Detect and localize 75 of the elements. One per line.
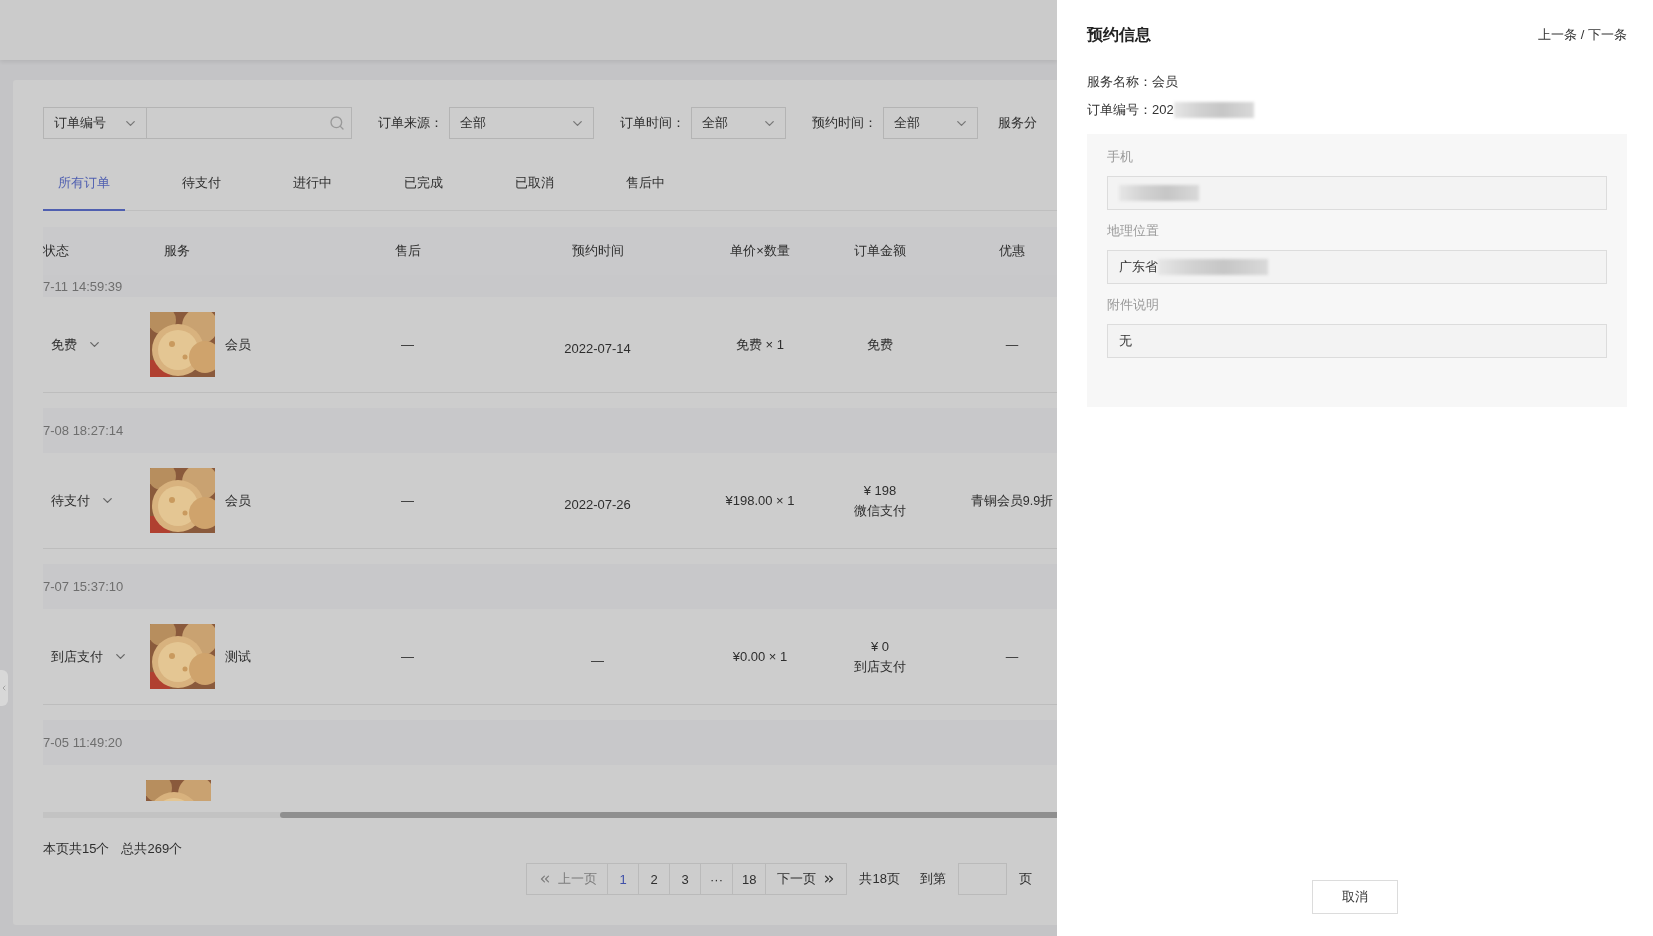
table-cell-text: ¥ 198 [862,481,898,500]
table-cell-text: — [590,651,605,670]
column-header: 售后 [393,242,422,260]
filter-label: 订单来源： [378,114,443,132]
table-cell-text: 2022-07-14 [563,339,632,358]
page-button[interactable]: ··· [700,863,733,895]
drawer-title: 预约信息 [1087,24,1151,45]
table-cell-text: — [400,335,415,354]
order-tab[interactable]: 待支付 [167,157,236,211]
service-name: 会员 [225,492,251,510]
column-header: 订单金额 [853,242,907,260]
page-count: 本页共15个 [43,840,110,858]
field-label: 地理位置 [1107,222,1160,240]
column-header: 服务 [163,242,191,260]
order-tab[interactable]: 所有订单 [43,157,125,211]
order-time: 7-08 18:27:14 [43,423,124,438]
order-number-select[interactable]: 订单编号 [43,107,147,139]
next-page-button[interactable]: 下一页 [765,863,848,895]
order-time: 7-11 14:59:39 [43,278,123,294]
search-field[interactable] [147,107,352,139]
status-select[interactable]: 免费 [43,335,150,354]
table-cell-text: 2022-07-26 [563,495,632,514]
table-cell-text: ¥198.00 × 1 [724,491,796,510]
field-label: 附件说明 [1107,296,1160,314]
order-time: 7-07 15:37:10 [43,579,124,594]
info-text: 服务名称：会员 [1087,73,1178,91]
goto-label: 到第 [919,870,946,888]
filter-label: 订单时间： [620,114,685,132]
order-tab[interactable]: 售后中 [611,157,680,211]
readonly-field[interactable] [1107,176,1607,210]
column-header: 状态 [43,242,70,260]
order-tab[interactable]: 已取消 [500,157,569,211]
page-button[interactable]: 3 [669,863,701,895]
table-cell-text: — [400,491,415,510]
order-time: 7-05 11:49:20 [43,735,123,750]
filter-select[interactable]: 全部 [691,107,786,139]
readonly-field[interactable]: 广东省 [1107,250,1607,284]
collapse-handle[interactable] [0,670,8,706]
table-cell-text: ¥0.00 × 1 [731,647,789,666]
column-header: 预约时间 [570,242,625,260]
record-nav-link[interactable]: 上一条 / 下一条 [1538,26,1627,44]
search-icon [329,115,345,131]
table-cell-text: 免费 × 1 [734,335,785,354]
payment-method: 微信支付 [853,501,907,520]
scrollbar-track[interactable] [43,812,1057,818]
table-cell-text: 青铜会员9.9折 [969,492,1055,510]
filter-label: 服务分 [998,114,1037,132]
filter-label: 预约时间： [812,114,877,132]
column-header: 单价×数量 [729,242,791,260]
filter-select[interactable]: 全部 [449,107,594,139]
order-tab[interactable]: 已完成 [389,157,458,211]
page-button[interactable]: 2 [638,863,670,895]
readonly-field[interactable]: 无 [1107,324,1607,358]
status-select[interactable]: 待支付 [43,491,150,510]
info-text: 订单编号：202 [1087,101,1174,119]
table-cell-text: — [1004,336,1020,354]
table-cell-text: — [1004,648,1020,666]
table-cell-text: ¥ 0 [869,637,891,656]
payment-method: 到店支付 [853,657,907,676]
service-name: 测试 [225,648,251,666]
total-count: 总共269个 [121,840,183,858]
total-pages: 共18页 [859,870,900,888]
column-header: 优惠 [998,242,1026,260]
page-button[interactable]: 18 [732,863,767,895]
field-label: 手机 [1107,148,1134,166]
filter-select[interactable]: 全部 [883,107,978,139]
page-button[interactable]: 1 [607,863,639,895]
order-tab[interactable]: 进行中 [278,157,347,211]
service-name: 会员 [225,336,251,354]
status-select[interactable]: 到店支付 [43,647,150,666]
table-cell-text: — [400,647,415,666]
page-unit: 页 [1018,870,1032,888]
cancel-button[interactable]: 取消 [1312,880,1398,914]
table-cell-text: 免费 [866,335,894,354]
scrollbar-thumb[interactable] [280,812,1057,818]
